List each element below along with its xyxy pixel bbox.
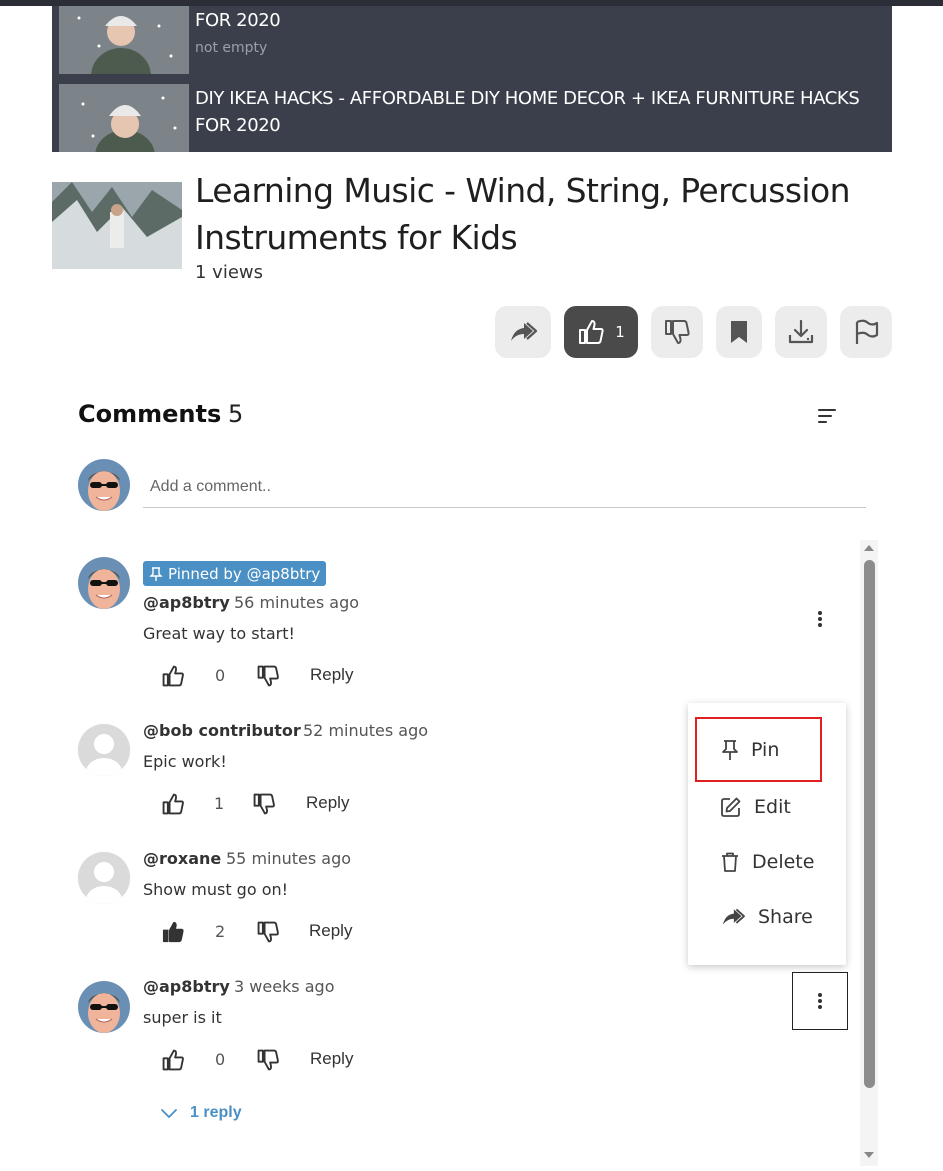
more-vertical-icon	[818, 611, 822, 627]
playlist-item-title[interactable]: DIY IKEA HACKS - AFFORDABLE DIY HOME DEC…	[195, 85, 885, 139]
thumbs-down-icon	[665, 320, 690, 344]
playlist-thumbnail[interactable]	[59, 6, 189, 74]
avatar[interactable]	[78, 557, 130, 609]
thumbs-down-icon	[257, 665, 279, 687]
comment-dislike-button[interactable]	[256, 920, 280, 944]
bookmark-icon	[731, 321, 747, 343]
scroll-up-arrow-icon[interactable]	[863, 543, 875, 553]
replies-label: 1 reply	[190, 1104, 242, 1121]
comments-count: 5	[228, 400, 244, 428]
current-user-avatar	[78, 459, 130, 511]
comment-dislike-button[interactable]	[252, 792, 276, 816]
view-replies-button[interactable]: 1 reply	[160, 1104, 242, 1122]
comment-like-button[interactable]	[161, 664, 185, 688]
like-button[interactable]: 1	[564, 306, 638, 358]
thumbs-up-icon	[162, 665, 184, 687]
save-button[interactable]	[716, 306, 762, 358]
comment-like-button[interactable]	[161, 920, 185, 944]
pin-icon	[722, 739, 738, 760]
share-button[interactable]	[495, 306, 551, 358]
menu-item-delete[interactable]: Delete	[688, 842, 846, 882]
comment-menu-button-active[interactable]	[792, 972, 848, 1030]
playlist-item[interactable]: FOR 2020 not empty	[59, 6, 885, 74]
pin-icon	[149, 566, 163, 581]
share-icon	[511, 322, 538, 341]
comment-like-count: 0	[215, 1050, 226, 1069]
playlist-item-title[interactable]: FOR 2020	[195, 7, 885, 34]
menu-label-delete: Delete	[752, 851, 815, 873]
menu-label-share: Share	[758, 906, 813, 928]
thumbs-down-icon	[253, 793, 275, 815]
reply-button[interactable]: Reply	[306, 793, 349, 813]
menu-item-pin[interactable]: Pin	[695, 717, 822, 782]
scrollbar-thumb[interactable]	[864, 560, 875, 1088]
video-views: 1 views	[195, 262, 264, 283]
like-count: 1	[615, 323, 625, 341]
comment-like-count: 0	[215, 666, 226, 685]
playlist-item[interactable]: DIY IKEA HACKS - AFFORDABLE DIY HOME DEC…	[59, 84, 885, 152]
thumbs-up-icon	[162, 1049, 184, 1071]
download-icon	[788, 319, 814, 344]
playlist-thumbnail[interactable]	[59, 84, 189, 152]
more-vertical-icon	[818, 993, 822, 1009]
comment-text: Great way to start!	[143, 624, 295, 643]
comment-author[interactable]: @bob contributor	[143, 721, 301, 740]
comment-time: 56 minutes ago	[234, 593, 360, 612]
download-button[interactable]	[775, 306, 827, 358]
comment-text: super is it	[143, 1008, 222, 1027]
report-button[interactable]	[840, 306, 892, 358]
comment-text: Show must go on!	[143, 880, 289, 899]
comment-dislike-button[interactable]	[256, 1048, 280, 1072]
comment-author[interactable]: @ap8btry	[143, 977, 230, 996]
comment-like-count: 1	[214, 794, 225, 813]
menu-item-edit[interactable]: Edit	[688, 787, 846, 827]
thumbs-up-icon	[162, 793, 184, 815]
comment-context-menu: Pin Edit Delete Share	[688, 703, 846, 965]
thumbs-up-icon	[579, 320, 604, 344]
comment-like-button[interactable]	[161, 792, 185, 816]
thumbs-down-icon	[257, 1049, 279, 1071]
sort-comments-button[interactable]	[812, 402, 842, 430]
reply-button[interactable]: Reply	[310, 665, 353, 685]
video-title: Learning Music - Wind, String, Percussio…	[195, 171, 851, 257]
avatar[interactable]	[78, 852, 130, 904]
comment-time: 52 minutes ago	[303, 721, 429, 740]
scroll-down-arrow-icon[interactable]	[863, 1150, 875, 1160]
comment-time: 3 weeks ago	[234, 977, 335, 996]
thumbs-down-icon	[257, 921, 279, 943]
reply-button[interactable]: Reply	[309, 921, 352, 941]
pinned-label: Pinned by @ap8btry	[168, 564, 321, 583]
add-comment-input[interactable]	[143, 466, 866, 508]
avatar[interactable]	[78, 724, 130, 776]
comment-text: Epic work!	[143, 752, 227, 771]
chevron-down-icon	[161, 1109, 177, 1118]
video-thumbnail	[52, 182, 182, 269]
trash-icon	[722, 852, 738, 872]
thumbs-up-filled-icon	[162, 921, 184, 943]
comment-author[interactable]: @ap8btry	[143, 593, 230, 612]
playlist-item-subtitle: not empty	[195, 40, 268, 56]
flag-icon	[855, 319, 879, 344]
menu-item-share[interactable]: Share	[688, 897, 846, 937]
comments-title: Comments	[78, 400, 222, 428]
comment-menu-button[interactable]	[810, 605, 830, 633]
comment-like-count: 2	[215, 922, 226, 941]
edit-icon	[721, 797, 741, 817]
share-icon	[722, 908, 745, 925]
avatar[interactable]	[78, 981, 130, 1033]
dislike-button[interactable]	[651, 306, 703, 358]
menu-label-pin: Pin	[751, 738, 780, 761]
reply-button[interactable]: Reply	[310, 1049, 353, 1069]
playlist-panel: FOR 2020 not empty DIY IKEA HACKS - AFFO…	[52, 6, 892, 152]
menu-label-edit: Edit	[754, 796, 791, 818]
comment-like-button[interactable]	[161, 1048, 185, 1072]
sort-icon	[818, 409, 836, 423]
comment-author[interactable]: @roxane	[143, 849, 221, 868]
comment-dislike-button[interactable]	[256, 664, 280, 688]
pinned-badge: Pinned by @ap8btry	[143, 561, 327, 586]
comment-time: 55 minutes ago	[226, 849, 352, 868]
